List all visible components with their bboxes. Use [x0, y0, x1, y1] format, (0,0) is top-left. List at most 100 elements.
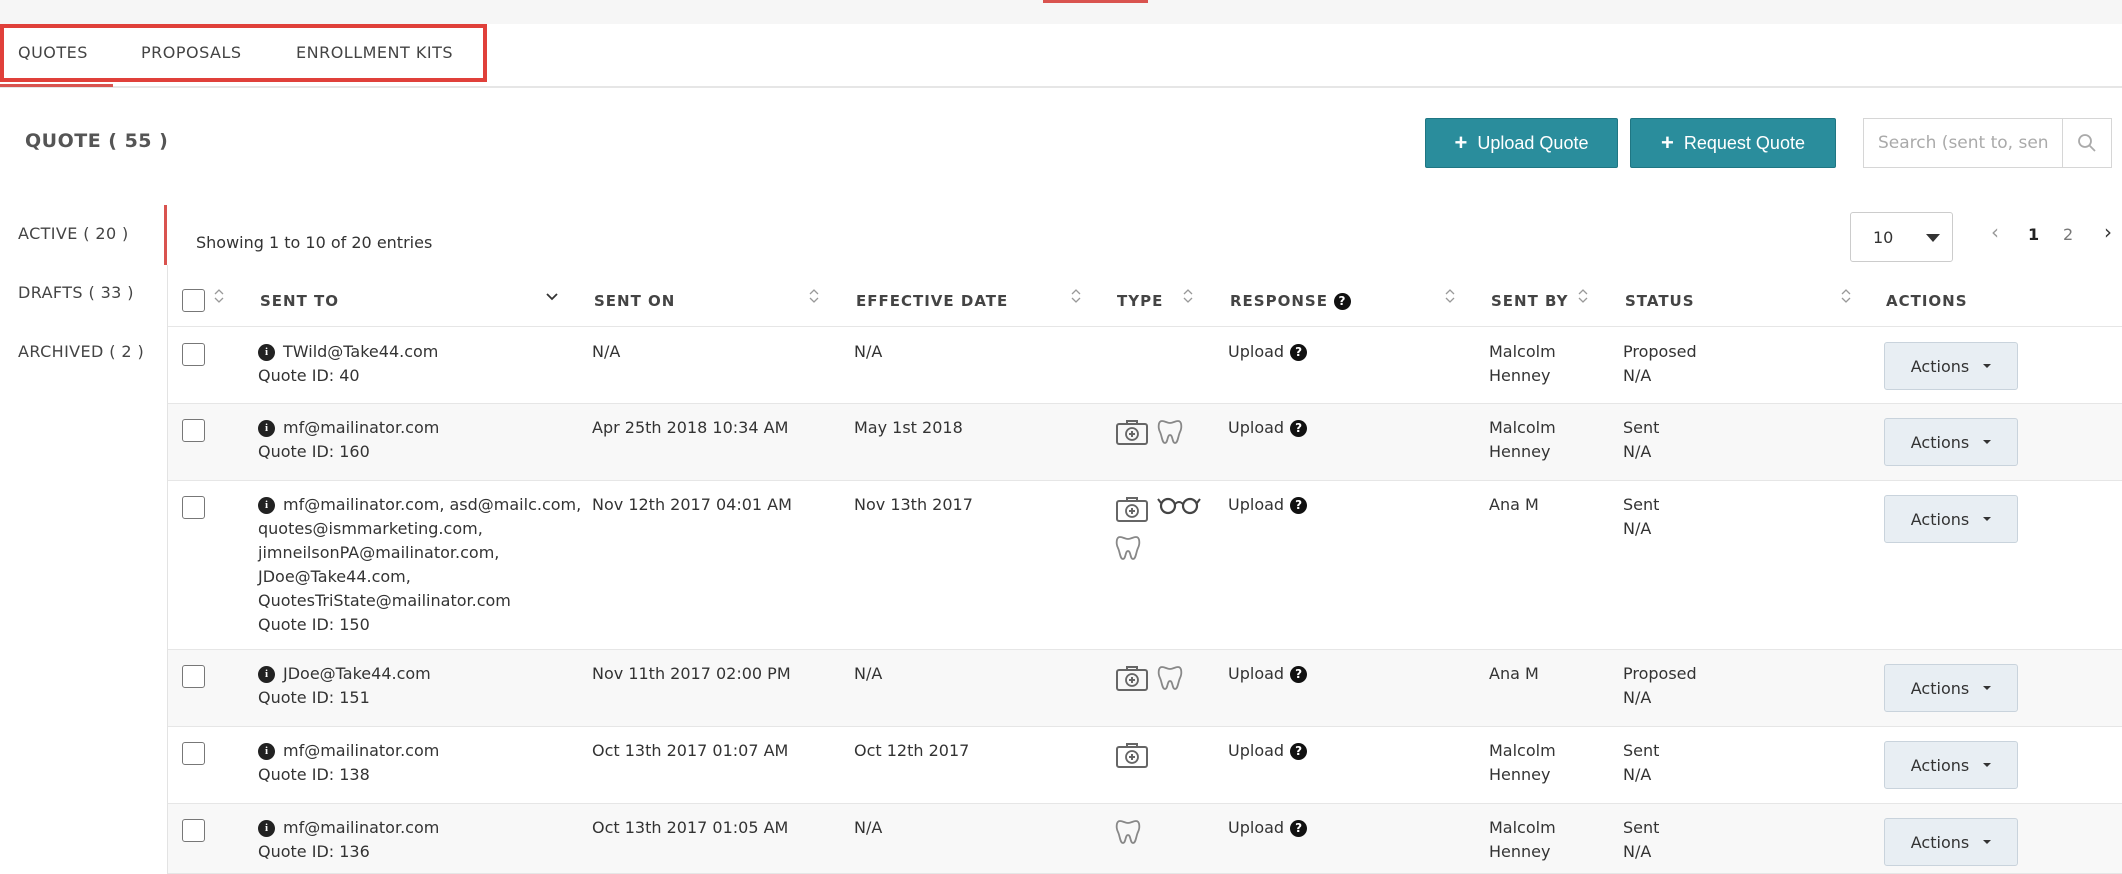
col-type[interactable]: TYPE — [1117, 292, 1163, 310]
sent-by-cell: Malcolm Henney — [1489, 416, 1556, 464]
help-icon[interactable]: ? — [1290, 742, 1308, 760]
sidebar-item-drafts[interactable]: DRAFTS ( 33 ) — [18, 283, 134, 302]
quote-id: Quote ID: 138 — [258, 765, 370, 784]
effective-date-cell: Oct 12th 2017 — [854, 741, 970, 760]
status-text: Sent — [1623, 741, 1660, 760]
tab-bar: QUOTES PROPOSALS ENROLLMENT KITS — [0, 24, 2122, 88]
actions-dropdown-button[interactable]: Actions — [1884, 495, 2018, 543]
sort-icon[interactable] — [1071, 288, 1081, 304]
pagination-page-1[interactable]: 1 — [2028, 225, 2039, 244]
select-all-checkbox[interactable] — [182, 289, 205, 312]
actions-dropdown-button[interactable]: Actions — [1884, 741, 2018, 789]
request-quote-label: Request Quote — [1683, 132, 1805, 153]
tab-enrollment-kits[interactable]: ENROLLMENT KITS — [296, 43, 453, 62]
status-text: N/A — [1623, 688, 1652, 707]
col-sent-to[interactable]: SENT TO — [260, 292, 339, 310]
row-checkbox[interactable] — [182, 496, 205, 519]
sent-by-name: Malcolm — [1489, 342, 1556, 361]
upload-link[interactable]: Upload — [1228, 416, 1284, 440]
help-icon[interactable]: ? — [1290, 496, 1308, 514]
dental-icon — [1157, 664, 1183, 699]
search-button[interactable] — [2062, 118, 2112, 168]
row-checkbox[interactable] — [182, 665, 205, 688]
sent-to-cell: i mf@mailinator.com Quote ID: 138 — [258, 739, 439, 787]
caret-down-icon — [1983, 686, 1992, 690]
vision-icon — [1157, 495, 1201, 530]
help-icon[interactable]: ? — [1290, 819, 1308, 837]
caret-down-icon — [1983, 763, 1992, 767]
status-cell: Sent N/A — [1623, 416, 1659, 464]
actions-dropdown-button[interactable]: Actions — [1884, 418, 2018, 466]
sort-icon[interactable] — [1578, 288, 1588, 304]
sent-to-cell: i JDoe@Take44.com Quote ID: 151 — [258, 662, 431, 710]
sent-to-email: mf@mailinator.com — [283, 418, 440, 437]
quote-id: Quote ID: 150 — [258, 615, 370, 634]
info-icon[interactable]: i — [258, 419, 275, 437]
actions-label: Actions — [1910, 432, 1970, 452]
info-icon[interactable]: i — [258, 819, 275, 837]
sent-on-cell: Apr 25th 2018 10:34 AM — [592, 418, 789, 437]
info-icon[interactable]: i — [258, 665, 275, 683]
sort-icon[interactable] — [1841, 288, 1851, 304]
response-cell: Upload? — [1228, 340, 1308, 364]
info-icon[interactable]: i — [258, 343, 275, 361]
help-icon[interactable]: ? — [1290, 343, 1308, 361]
sort-icon[interactable] — [1445, 288, 1455, 304]
table-row: i mf@mailinator.com Quote ID: 138 Oct 13th … — [168, 727, 2122, 804]
upload-link[interactable]: Upload — [1228, 340, 1284, 364]
row-checkbox[interactable] — [182, 343, 205, 366]
row-checkbox[interactable] — [182, 742, 205, 765]
actions-label: Actions — [1910, 755, 1970, 775]
sent-by-name: Malcolm — [1489, 818, 1556, 837]
sent-to-email: JDoe@Take44.com, — [258, 567, 411, 586]
help-icon[interactable]: ? — [1290, 665, 1308, 683]
status-cell: Sent N/A — [1623, 739, 1659, 787]
actions-dropdown-button[interactable]: Actions — [1884, 342, 2018, 390]
response-cell: Upload? — [1228, 662, 1308, 686]
caret-down-icon — [1983, 364, 1992, 368]
pagination-next[interactable]: › — [2104, 220, 2112, 244]
col-sent-on[interactable]: SENT ON — [594, 292, 675, 310]
table-row: i mf@mailinator.com Quote ID: 136 Oct 13th … — [168, 804, 2122, 874]
sort-icon[interactable] — [809, 288, 819, 304]
search-input[interactable] — [1863, 118, 2063, 168]
sort-icon[interactable] — [214, 288, 224, 304]
dental-icon — [1115, 534, 1141, 569]
row-checkbox[interactable] — [182, 819, 205, 842]
col-status[interactable]: STATUS — [1625, 292, 1695, 310]
effective-date-cell: N/A — [854, 818, 883, 837]
col-response[interactable]: RESPONSE ? — [1230, 292, 1351, 310]
help-icon[interactable]: ? — [1290, 419, 1308, 437]
upload-quote-button[interactable]: + Upload Quote — [1425, 118, 1618, 168]
sent-by-name: Ana M — [1489, 495, 1539, 514]
sidebar-item-active[interactable]: ACTIVE ( 20 ) — [18, 224, 129, 243]
actions-dropdown-button[interactable]: Actions — [1884, 664, 2018, 712]
info-icon[interactable]: i — [258, 742, 275, 760]
help-icon[interactable]: ? — [1333, 292, 1351, 310]
row-checkbox[interactable] — [182, 419, 205, 442]
pagination-page-2[interactable]: 2 — [2063, 225, 2073, 244]
tab-proposals[interactable]: PROPOSALS — [141, 43, 242, 62]
upload-link[interactable]: Upload — [1228, 662, 1284, 686]
type-cell — [1115, 418, 1215, 453]
col-effective-date[interactable]: EFFECTIVE DATE — [856, 292, 1008, 310]
medical-icon — [1115, 418, 1149, 453]
quote-id: Quote ID: 136 — [258, 842, 370, 861]
tab-quotes[interactable]: QUOTES — [18, 43, 88, 62]
actions-label: Actions — [1910, 678, 1970, 698]
sidebar-item-archived[interactable]: ARCHIVED ( 2 ) — [18, 342, 144, 361]
request-quote-button[interactable]: + Request Quote — [1630, 118, 1836, 168]
col-sent-by[interactable]: SENT BY — [1491, 292, 1569, 310]
info-icon[interactable]: i — [258, 496, 275, 514]
chevron-down-icon[interactable] — [546, 292, 558, 302]
actions-dropdown-button[interactable]: Actions — [1884, 818, 2018, 866]
sort-icon[interactable] — [1183, 288, 1193, 304]
upload-link[interactable]: Upload — [1228, 493, 1284, 517]
upload-link[interactable]: Upload — [1228, 739, 1284, 763]
upload-link[interactable]: Upload — [1228, 816, 1284, 840]
page-size-select[interactable]: 10 — [1850, 212, 1953, 262]
col-response-label: RESPONSE — [1230, 292, 1328, 310]
medical-icon — [1115, 741, 1149, 776]
table-row: i mf@mailinator.com Quote ID: 160 Apr 25th … — [168, 404, 2122, 481]
pagination-prev[interactable]: ‹ — [1991, 220, 1999, 244]
